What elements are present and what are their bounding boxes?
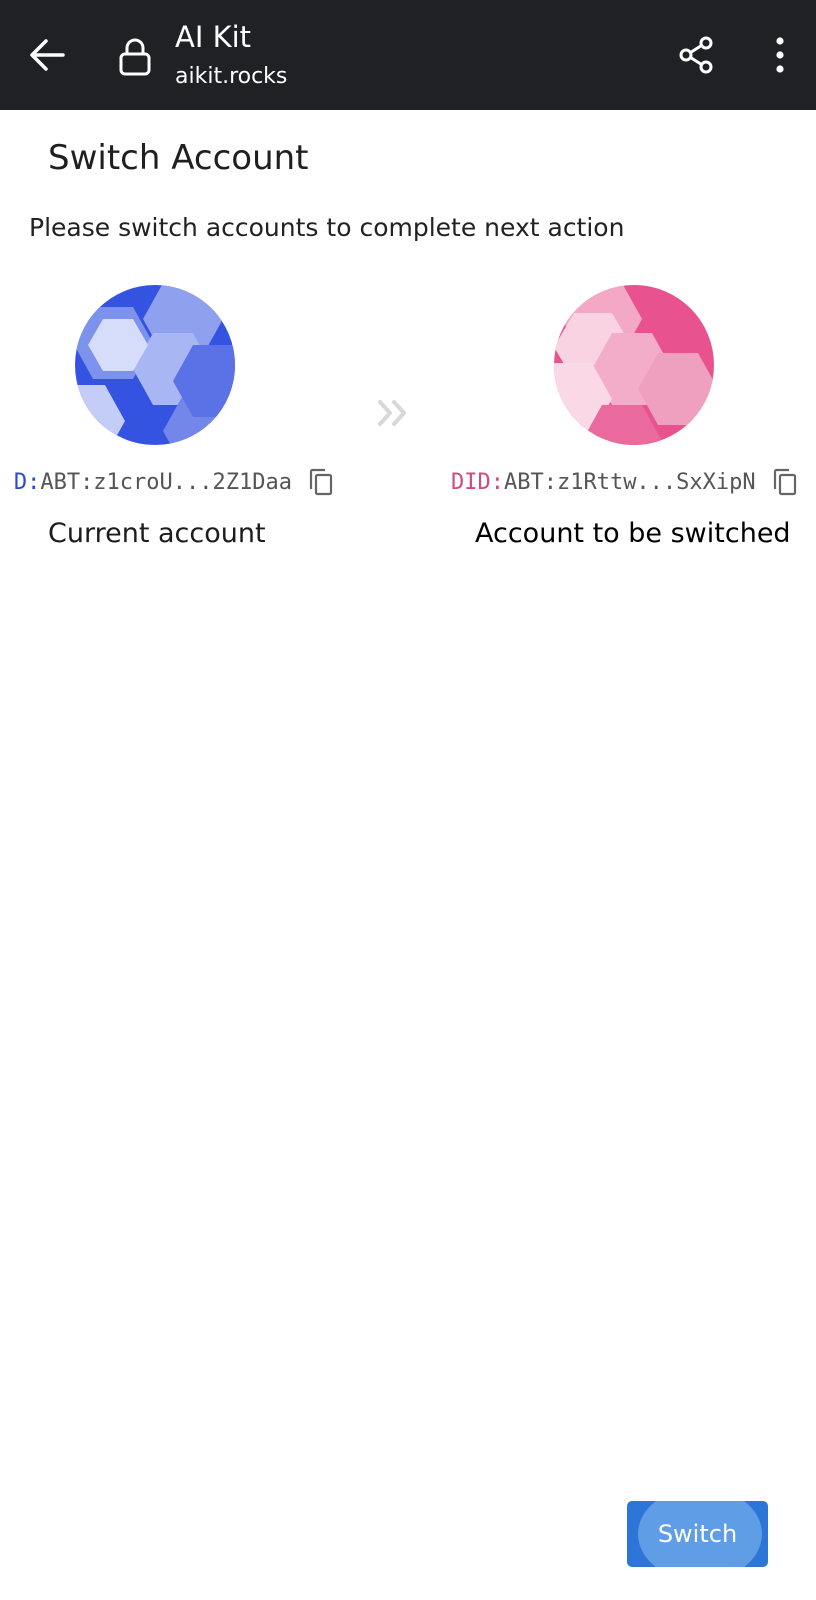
current-account-caption: Current account xyxy=(48,518,266,549)
lock-icon xyxy=(112,34,158,80)
page-title: Switch Account xyxy=(48,138,309,178)
target-account-did: DID: ABT:z1Rttw...SxXipN xyxy=(451,468,798,496)
double-chevron-right-icon xyxy=(376,396,412,430)
arrow-left-icon xyxy=(30,39,65,71)
copy-target-did-button[interactable] xyxy=(772,468,798,496)
current-did-prefix: D: xyxy=(13,469,41,495)
copy-current-did-button[interactable] xyxy=(308,468,334,496)
current-did-value: ABT:z1croU...2Z1Daa xyxy=(40,469,292,495)
current-account-avatar xyxy=(75,285,235,445)
switch-button[interactable]: Switch xyxy=(627,1501,768,1567)
page-subtitle: Please switch accounts to complete next … xyxy=(29,213,625,242)
more-options-button[interactable] xyxy=(760,32,800,78)
site-title: AI Kit xyxy=(175,20,252,54)
target-did-value: ABT:z1Rttw...SxXipN xyxy=(503,469,756,495)
target-did-prefix: DID: xyxy=(451,469,504,495)
site-url: aikit.rocks xyxy=(175,64,288,89)
current-account-did: D: ABT:z1croU...2Z1Daa xyxy=(14,468,334,496)
browser-toolbar: AI Kit aikit.rocks xyxy=(0,0,816,110)
share-button[interactable] xyxy=(672,32,722,78)
switch-button-label: Switch xyxy=(657,1520,738,1548)
copy-icon xyxy=(773,468,796,496)
copy-icon xyxy=(309,468,333,496)
share-icon xyxy=(679,36,713,74)
target-account-avatar xyxy=(554,285,714,445)
back-button[interactable] xyxy=(22,32,72,78)
target-account-caption: Account to be switched xyxy=(475,518,791,549)
more-vert-icon xyxy=(776,37,784,73)
